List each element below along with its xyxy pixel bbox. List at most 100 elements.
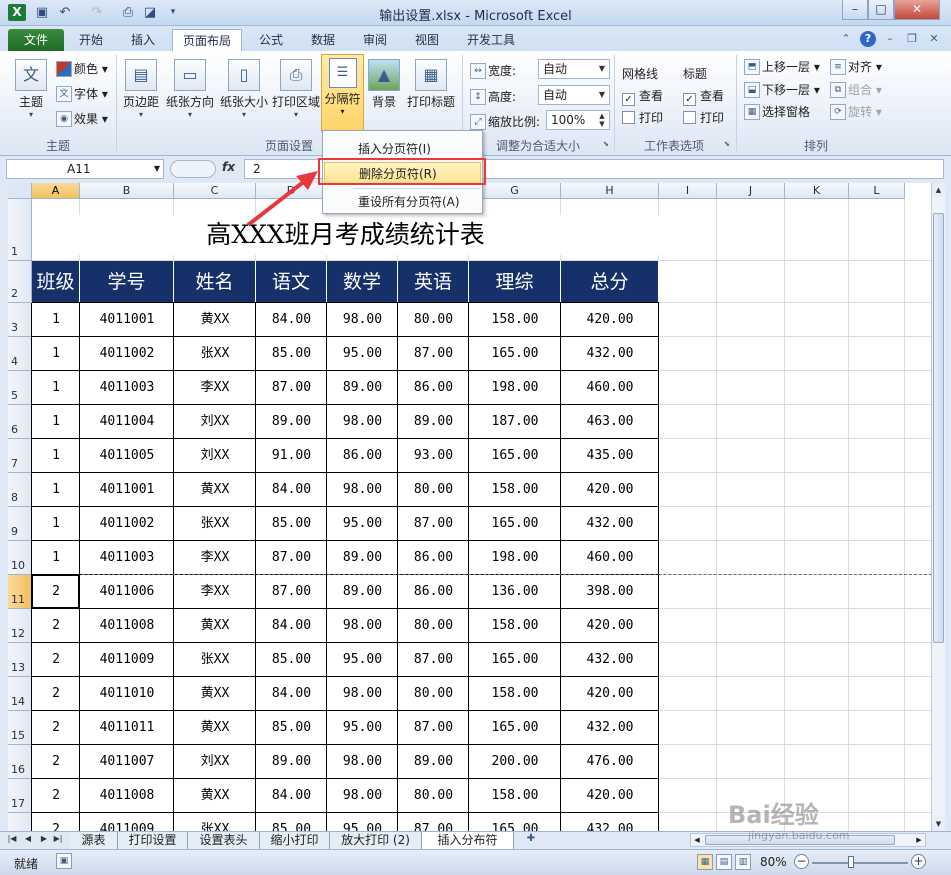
row-header[interactable]: 16 [8, 745, 32, 779]
insert-sheet-icon[interactable]: ✚ [523, 833, 539, 847]
row-header[interactable]: 9 [8, 507, 32, 541]
table-cell[interactable]: 420.00 [561, 677, 659, 711]
macro-record-icon[interactable]: ▣ [56, 853, 72, 869]
table-cell[interactable]: 1 [32, 507, 80, 541]
tab-review[interactable]: 审阅 [354, 31, 396, 51]
table-cell[interactable]: 84.00 [256, 473, 327, 507]
table-cell[interactable]: 165.00 [469, 337, 561, 371]
table-cell[interactable]: 4011001 [80, 303, 174, 337]
table-cell[interactable]: 85.00 [256, 507, 327, 541]
zoom-in-icon[interactable]: + [911, 854, 926, 869]
page-layout-view-icon[interactable]: ▤ [716, 854, 732, 870]
table-cell[interactable]: 2 [32, 711, 80, 745]
table-header-cell[interactable]: 数学 [327, 261, 398, 303]
row-header[interactable]: 11 [8, 575, 32, 609]
table-cell[interactable]: 95.00 [327, 711, 398, 745]
last-sheet-icon[interactable]: ▶| [52, 834, 64, 843]
scale-launcher-icon[interactable]: ⬊ [603, 140, 612, 149]
table-header-cell[interactable]: 学号 [80, 261, 174, 303]
worksheet-grid[interactable]: ABCDEFGHIJKL 123456789101112131415161718… [8, 183, 931, 831]
table-cell[interactable]: 165.00 [469, 813, 561, 831]
table-cell[interactable]: 李XX [174, 575, 256, 609]
table-cell[interactable]: 刘XX [174, 745, 256, 779]
tab-page-layout[interactable]: 页面布局 [172, 29, 242, 52]
first-sheet-icon[interactable]: |◀ [6, 834, 18, 843]
width-select[interactable]: 自动 ▼ [538, 59, 610, 79]
table-cell[interactable]: 刘XX [174, 439, 256, 473]
table-cell[interactable]: 李XX [174, 371, 256, 405]
table-cell[interactable]: 4011009 [80, 643, 174, 677]
table-cell[interactable]: 黄XX [174, 303, 256, 337]
table-cell[interactable]: 80.00 [398, 677, 469, 711]
table-cell[interactable]: 4011002 [80, 337, 174, 371]
table-cell[interactable]: 89.00 [256, 405, 327, 439]
height-select[interactable]: 自动 ▼ [538, 85, 610, 105]
doc-close-icon[interactable]: ✕ [926, 31, 942, 47]
table-cell[interactable]: 98.00 [327, 779, 398, 813]
table-cell[interactable]: 85.00 [256, 337, 327, 371]
doc-minimize-icon[interactable]: – [882, 31, 898, 47]
table-cell[interactable]: 165.00 [469, 507, 561, 541]
table-cell[interactable]: 85.00 [256, 813, 327, 831]
breaks-button[interactable]: ☰ 分隔符 ▾ [321, 54, 364, 132]
collapse-ribbon-icon[interactable]: ⌃ [838, 31, 854, 47]
table-cell[interactable]: 432.00 [561, 813, 659, 831]
minimize-icon[interactable]: – [842, 0, 868, 20]
table-cell[interactable]: 4011008 [80, 779, 174, 813]
table-cell[interactable]: 黄XX [174, 473, 256, 507]
table-cell[interactable]: 84.00 [256, 677, 327, 711]
table-header-cell[interactable]: 姓名 [174, 261, 256, 303]
table-cell[interactable]: 80.00 [398, 473, 469, 507]
table-cell[interactable]: 4011010 [80, 677, 174, 711]
table-cell[interactable]: 165.00 [469, 643, 561, 677]
tab-file[interactable]: 文件 [8, 29, 64, 51]
column-header[interactable]: A [32, 183, 80, 199]
table-cell[interactable]: 李XX [174, 541, 256, 575]
tab-insert[interactable]: 插入 [122, 31, 164, 51]
row-header[interactable]: 13 [8, 643, 32, 677]
table-cell[interactable]: 2 [32, 677, 80, 711]
column-header[interactable]: D [256, 183, 327, 199]
table-cell[interactable]: 463.00 [561, 405, 659, 439]
table-cell[interactable]: 黄XX [174, 677, 256, 711]
row-header[interactable]: 2 [8, 261, 32, 303]
table-cell[interactable]: 432.00 [561, 337, 659, 371]
bring-forward-button[interactable]: ⬒ 上移一层 ▾ [744, 59, 820, 75]
row-header[interactable]: 1 [8, 199, 32, 261]
table-cell[interactable]: 2 [32, 609, 80, 643]
table-cell[interactable]: 87.00 [256, 541, 327, 575]
table-cell[interactable]: 80.00 [398, 609, 469, 643]
table-cell[interactable]: 4011007 [80, 745, 174, 779]
column-header[interactable]: B [80, 183, 174, 199]
page-break-preview-icon[interactable]: ▥ [735, 854, 751, 870]
sheet-tab[interactable]: 缩小打印 [260, 832, 330, 849]
tab-home[interactable]: 开始 [70, 31, 112, 51]
table-cell[interactable]: 89.00 [256, 745, 327, 779]
table-cell[interactable]: 98.00 [327, 405, 398, 439]
table-cell[interactable]: 420.00 [561, 779, 659, 813]
table-cell[interactable]: 460.00 [561, 371, 659, 405]
scroll-thumb[interactable] [933, 213, 944, 643]
table-cell[interactable]: 87.00 [256, 371, 327, 405]
table-cell[interactable]: 87.00 [398, 507, 469, 541]
tab-view[interactable]: 视图 [406, 31, 448, 51]
table-cell[interactable]: 黄XX [174, 609, 256, 643]
vertical-scrollbar[interactable]: ▲ ▼ [931, 183, 945, 831]
sheet-options-launcher-icon[interactable]: ⬊ [724, 140, 733, 149]
help-icon[interactable]: ? [860, 31, 876, 47]
table-cell[interactable]: 95.00 [327, 813, 398, 831]
table-cell[interactable]: 198.00 [469, 541, 561, 575]
background-button[interactable]: ▲ 背景 [366, 59, 402, 110]
table-cell[interactable]: 95.00 [327, 507, 398, 541]
send-backward-button[interactable]: ⬓ 下移一层 ▾ [744, 82, 820, 98]
active-cell[interactable] [31, 574, 80, 609]
table-cell[interactable]: 4011003 [80, 541, 174, 575]
table-cell[interactable]: 165.00 [469, 439, 561, 473]
table-cell[interactable]: 刘XX [174, 405, 256, 439]
table-cell[interactable]: 1 [32, 439, 80, 473]
table-cell[interactable]: 476.00 [561, 745, 659, 779]
table-cell[interactable]: 98.00 [327, 609, 398, 643]
row-header[interactable]: 14 [8, 677, 32, 711]
doc-restore-icon[interactable]: ❐ [904, 31, 920, 47]
table-cell[interactable]: 黄XX [174, 711, 256, 745]
